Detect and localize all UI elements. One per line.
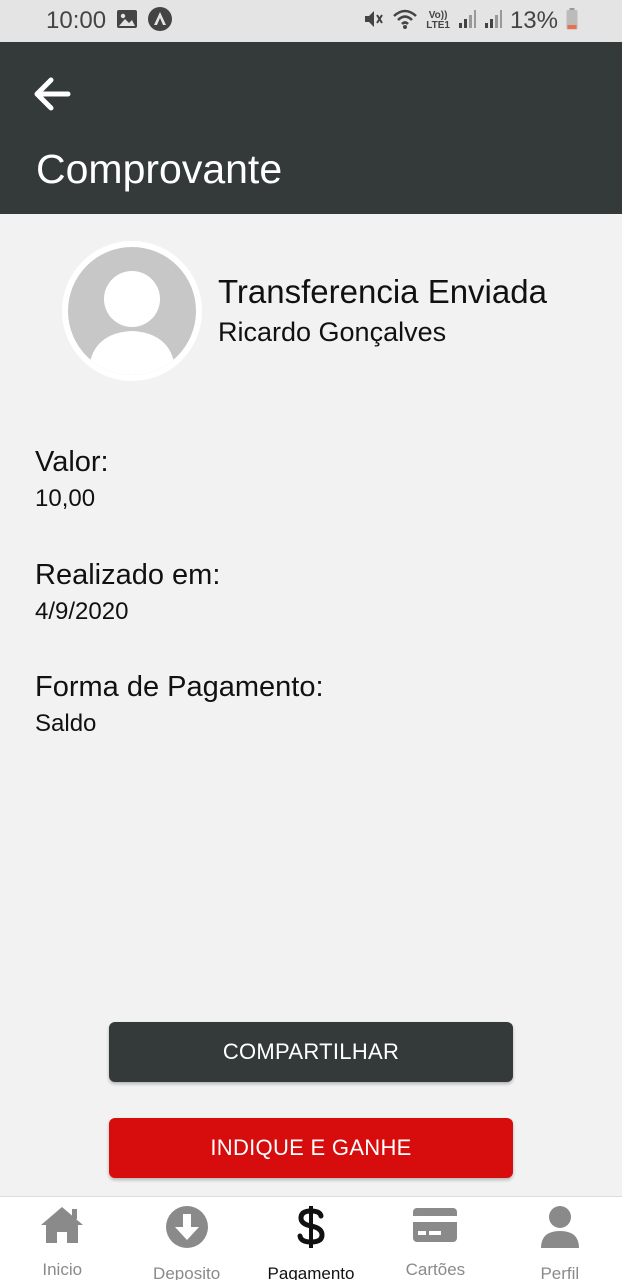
detail-value: 10,00: [35, 485, 96, 512]
dollar-icon: [296, 1205, 326, 1249]
download-circle-icon: [165, 1205, 209, 1249]
user-placeholder-icon: [68, 247, 196, 375]
nav-item-deposito[interactable]: Deposito: [124, 1197, 248, 1280]
nav-item-cartoes[interactable]: Cartões: [373, 1197, 497, 1280]
nav-item-pagamento[interactable]: Pagamento: [249, 1197, 373, 1280]
nav-label: Perfil: [540, 1264, 580, 1280]
recipient-name: Ricardo Gonçalves: [218, 317, 447, 347]
signal-icon: [484, 9, 502, 34]
status-right: Vo)) LTE1 13%: [362, 7, 578, 35]
app-bar: Comprovante: [0, 42, 622, 214]
invite-button[interactable]: INDIQUE E GANHE: [109, 1118, 513, 1178]
arrow-left-icon: [34, 77, 71, 111]
bottom-nav: Inicio Deposito Pagamento Cartões Perfil: [0, 1196, 622, 1280]
detail-realizado: Realizado em: 4/9/2020: [35, 558, 220, 628]
battery-percent: 13%: [509, 7, 558, 34]
wifi-icon: [392, 8, 418, 35]
status-time: 10:00: [46, 7, 107, 34]
image-icon: [116, 9, 138, 34]
nav-label: Pagamento: [267, 1264, 355, 1280]
avatar: [62, 241, 202, 381]
transaction-header: Transferencia Enviada Ricardo Gonçalves: [218, 272, 547, 352]
battery-icon: [566, 7, 578, 35]
credit-card-icon: [412, 1205, 458, 1245]
detail-valor: Valor: 10,00: [35, 445, 109, 515]
page-title: Comprovante: [36, 146, 283, 192]
share-button[interactable]: COMPARTILHAR: [109, 1022, 513, 1082]
status-bar: 10:00 Vo)) LTE1 13%: [0, 0, 622, 42]
transaction-title: Transferencia Enviada: [218, 273, 547, 310]
app-notification-icon: [148, 6, 173, 36]
detail-label: Forma de Pagamento:: [35, 671, 324, 703]
nav-item-inicio[interactable]: Inicio: [0, 1197, 124, 1280]
detail-label: Valor:: [35, 446, 109, 478]
mute-icon: [362, 8, 384, 35]
detail-forma-pagamento: Forma de Pagamento: Saldo: [35, 670, 324, 740]
nav-label: Cartões: [405, 1260, 466, 1279]
detail-value: 4/9/2020: [35, 598, 129, 625]
back-button[interactable]: [30, 72, 74, 116]
nav-label: Inicio: [42, 1260, 83, 1279]
status-left: 10:00: [46, 6, 173, 36]
detail-label: Realizado em:: [35, 559, 221, 591]
detail-value: Saldo: [35, 710, 97, 737]
network-type: Vo)) LTE1: [426, 10, 450, 31]
nav-label: Deposito: [153, 1264, 221, 1280]
person-icon: [540, 1205, 580, 1249]
home-icon: [39, 1205, 85, 1245]
signal-icon: [458, 9, 476, 34]
nav-item-perfil[interactable]: Perfil: [498, 1197, 622, 1280]
